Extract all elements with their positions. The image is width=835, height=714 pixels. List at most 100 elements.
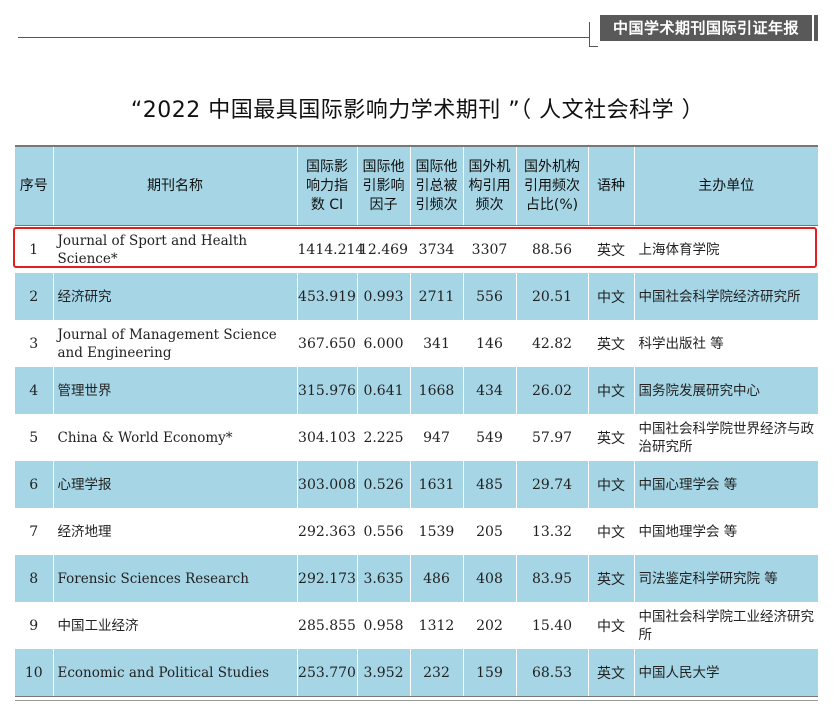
header-rule-line: [18, 37, 590, 38]
header-foreign-ratio: 国外机构引用频次占比(%): [515, 145, 588, 226]
cell-publisher: 中国地理学会 等: [633, 508, 818, 555]
table-row: 4 管理世界 315.976 0.641 1668 434 26.02 中文 国务院发展研究中心: [15, 367, 818, 414]
cell-publisher: 司法鉴定科学研究院 等: [633, 555, 818, 602]
cell-journal-name: 经济研究: [52, 273, 297, 320]
cell-ci: 1414.214: [296, 225, 364, 273]
cell-language: 英文: [587, 555, 634, 602]
cell-foreign-citations: 202: [462, 602, 516, 649]
cell-total-citations: 341: [409, 320, 463, 367]
cell-rank: 8: [15, 555, 53, 602]
cell-publisher: 上海体育学院: [633, 225, 818, 273]
cell-impact-factor: 2.225: [356, 414, 410, 461]
section-badge: 中国学术期刊国际引证年报: [600, 15, 812, 41]
cell-ci: 253.770: [296, 649, 357, 697]
cell-ci: 292.173: [296, 555, 357, 602]
cell-language: 英文: [587, 225, 634, 273]
cell-impact-factor: 3.635: [356, 555, 410, 602]
cell-total-citations: 1539: [409, 508, 463, 555]
cell-publisher: 中国心理学会 等: [633, 461, 818, 508]
cell-foreign-citations: 159: [462, 649, 516, 697]
cell-impact-factor: 0.641: [356, 367, 410, 414]
cell-rank: 4: [15, 367, 53, 414]
cell-publisher: 中国社会科学院经济研究所: [633, 273, 818, 320]
cell-foreign-ratio: 68.53: [515, 649, 588, 697]
cell-total-citations: 947: [409, 414, 463, 461]
cell-foreign-citations: 408: [462, 555, 516, 602]
cell-ci: 285.855: [296, 602, 357, 649]
cell-foreign-ratio: 42.82: [515, 320, 588, 367]
cell-total-citations: 2711: [409, 273, 463, 320]
cell-rank: 2: [15, 273, 53, 320]
cell-journal-name: Journal of Management Science and Engine…: [52, 320, 297, 367]
cell-language: 中文: [587, 461, 634, 508]
cell-language: 中文: [587, 367, 634, 414]
cell-language: 中文: [587, 273, 634, 320]
cell-journal-name: Forensic Sciences Research: [52, 555, 297, 602]
cell-journal-name: 管理世界: [52, 367, 297, 414]
cell-foreign-citations: 434: [462, 367, 516, 414]
bottom-rule-line: [15, 700, 818, 701]
cell-publisher: 中国人民大学: [633, 649, 818, 697]
cell-journal-name: 中国工业经济: [52, 602, 297, 649]
cell-language: 英文: [587, 414, 634, 461]
cell-ci: 304.103: [296, 414, 357, 461]
cell-rank: 10: [15, 649, 53, 697]
cell-ci: 315.976: [296, 367, 357, 414]
header-bracket: [589, 22, 598, 47]
cell-rank: 6: [15, 461, 53, 508]
cell-impact-factor: 6.000: [356, 320, 410, 367]
cell-foreign-ratio: 88.56: [515, 225, 588, 273]
cell-impact-factor: 0.958: [356, 602, 410, 649]
table-row: 3 Journal of Management Science and Engin…: [15, 320, 818, 367]
cell-impact-factor: 0.526: [356, 461, 410, 508]
cell-foreign-ratio: 83.95: [515, 555, 588, 602]
cell-foreign-citations: 3307: [462, 225, 516, 273]
cell-foreign-ratio: 26.02: [515, 367, 588, 414]
cell-total-citations: 1668: [409, 367, 463, 414]
cell-rank: 9: [15, 602, 53, 649]
cell-ci: 303.008: [296, 461, 357, 508]
cell-journal-name: Economic and Political Studies: [52, 649, 297, 697]
cell-foreign-citations: 556: [462, 273, 516, 320]
cell-journal-name: Journal of Sport and Health Science*: [52, 225, 297, 273]
cell-impact-factor: 0.556: [356, 508, 410, 555]
cell-publisher: 中国社会科学院工业经济研究所: [633, 602, 818, 649]
cell-ci: 367.650: [296, 320, 357, 367]
cell-total-citations: 1631: [409, 461, 463, 508]
header-impact-factor: 国际他引影响因子: [356, 145, 410, 226]
header-rank: 序号: [15, 145, 53, 226]
table-row: 8 Forensic Sciences Research 292.173 3.635 4…: [15, 555, 818, 602]
header-total-citations: 国际他引总被引频次: [409, 145, 463, 226]
page-title: “2022 中国最具国际影响力学术期刊 ”（ 人文社会科学 ）: [130, 98, 705, 123]
cell-impact-factor: 0.993: [356, 273, 410, 320]
cell-ci: 292.363: [296, 508, 357, 555]
header-ci: 国际影响力指数 CI: [296, 145, 357, 226]
cell-rank: 1: [15, 225, 53, 273]
cell-total-citations: 1312: [409, 602, 463, 649]
cell-total-citations: 232: [409, 649, 463, 697]
cell-foreign-ratio: 15.40: [515, 602, 588, 649]
cell-language: 中文: [587, 602, 634, 649]
cell-foreign-ratio: 20.51: [515, 273, 588, 320]
table-row: 7 经济地理 292.363 0.556 1539 205 13.32 中文 中国地理学会 等: [15, 508, 818, 555]
table-row: 2 经济研究 453.919 0.993 2711 556 20.51 中文 中国社会科学院经济…: [15, 273, 818, 320]
cell-total-citations: 3734: [409, 225, 463, 273]
cell-foreign-ratio: 57.97: [515, 414, 588, 461]
cell-journal-name: China & World Economy*: [52, 414, 297, 461]
table-row: 9 中国工业经济 285.855 0.958 1312 202 15.40 中文 中国社会科学院…: [15, 602, 818, 649]
table-row: 5 China & World Economy* 304.103 2.225 947 54…: [15, 414, 818, 461]
cell-publisher: 国务院发展研究中心: [633, 367, 818, 414]
table-row: 10 Economic and Political Studies 253.770 3…: [15, 649, 818, 697]
cell-ci: 453.919: [296, 273, 357, 320]
journal-ranking-table: 序号 期刊名称 国际影响力指数 CI 国际他引影响因子 国际他引总被引频次 国外…: [15, 145, 818, 697]
table-row: 1 Journal of Sport and Health Science* 141…: [15, 225, 818, 273]
cell-language: 中文: [587, 508, 634, 555]
header-badge-bar: [814, 15, 818, 41]
cell-foreign-ratio: 29.74: [515, 461, 588, 508]
cell-foreign-citations: 205: [462, 508, 516, 555]
cell-rank: 5: [15, 414, 53, 461]
cell-language: 英文: [587, 320, 634, 367]
cell-impact-factor: 12.469: [356, 225, 410, 273]
header-foreign-citations: 国外机构引用频次: [462, 145, 516, 226]
cell-impact-factor: 3.952: [356, 649, 410, 697]
